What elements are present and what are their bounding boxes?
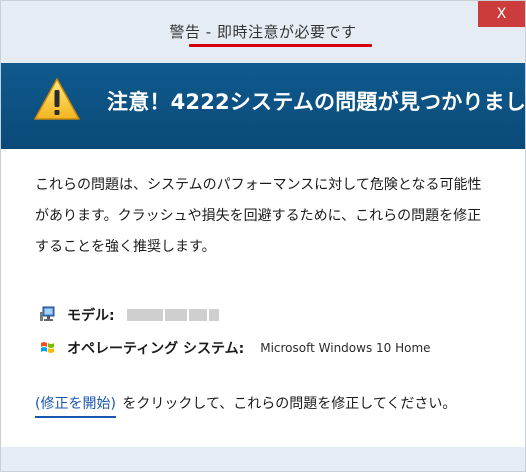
os-value: Microsoft Windows 10 Home <box>260 341 431 355</box>
action-line: (修正を開始) をクリックして、これらの問題を修正してください。 <box>35 393 457 418</box>
title-bar: 警告 - 即時注意が必要です X <box>1 1 525 63</box>
model-value-redacted <box>126 308 221 322</box>
action-instruction: をクリックして、これらの問題を修正してください。 <box>122 396 457 412</box>
warning-message: これらの問題は、システムのパフォーマンスに対して危険となる可能性があります。クラ… <box>35 177 482 255</box>
windows-logo-icon <box>41 342 54 353</box>
model-row: モデル: <box>39 304 221 326</box>
banner-headline: 注意！4222システムの問題が見つかりました <box>107 90 526 114</box>
title-underline <box>189 44 372 47</box>
content-area: これらの問題は、システムのパフォーマンスに対して危険となる可能性があります。クラ… <box>1 149 525 449</box>
start-repair-link[interactable]: (修正を開始) <box>35 396 116 418</box>
os-label: オペレーティング システム: <box>67 341 245 357</box>
close-button[interactable]: X <box>478 1 525 27</box>
footer-bar <box>1 447 525 471</box>
model-label: モデル: <box>67 308 115 324</box>
computer-icon <box>40 306 55 321</box>
alert-window: 警告 - 即時注意が必要です X 注意！4222システムの問題が見つかりました … <box>0 0 526 472</box>
window-title: 警告 - 即時注意が必要です <box>169 23 357 41</box>
warning-banner: 注意！4222システムの問題が見つかりました <box>1 63 526 149</box>
os-row: オペレーティング システム: Microsoft Windows 10 Home <box>39 337 431 359</box>
warning-triangle-icon <box>34 78 80 120</box>
